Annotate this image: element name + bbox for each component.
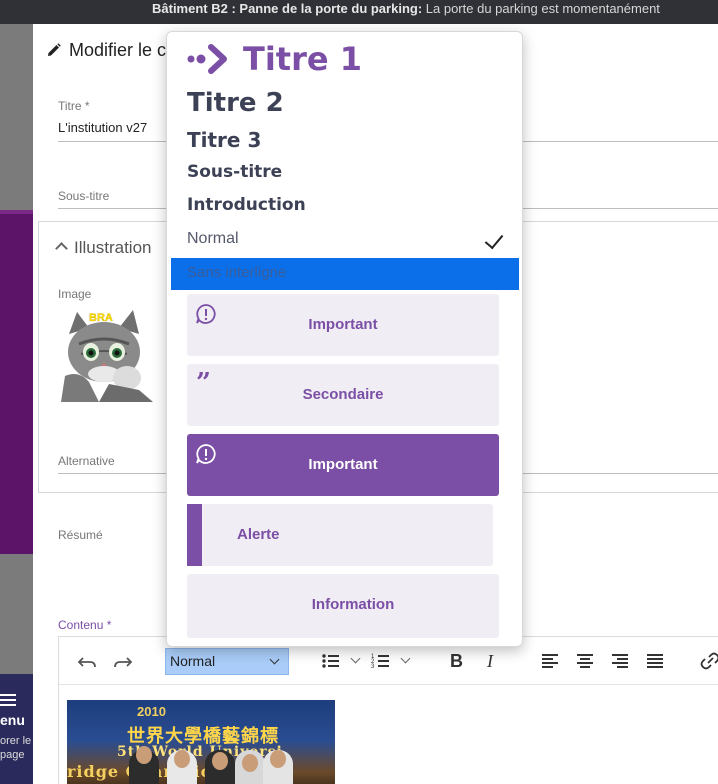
photo-head: [174, 750, 190, 768]
background-page: enu orer le page: [0, 24, 33, 784]
photo-head: [242, 754, 258, 772]
illustration-title: Illustration: [74, 238, 152, 257]
titre-input[interactable]: L'institution v27: [58, 120, 147, 135]
paragraph-style-dropdown: Titre 1 Titre 2 Titre 3 Sous-titre Intro…: [166, 31, 523, 647]
photo-year: 2010: [137, 704, 166, 719]
announcement-title: Bâtiment B2 : Panne de la porte du parki…: [152, 1, 423, 16]
alternative-input[interactable]: Alternative: [58, 454, 115, 468]
alert-bar: [187, 504, 202, 566]
hamburger-icon: [0, 694, 16, 696]
paragraph-style-value: Normal: [170, 653, 216, 669]
style-option-titre3[interactable]: Titre 3: [187, 128, 261, 152]
illustration-toggle[interactable]: Illustration: [55, 238, 152, 258]
pencil-icon: [48, 43, 61, 56]
illustration-image[interactable]: BRA: [59, 304, 153, 402]
modal-title: Modifier le c: [47, 40, 166, 61]
style-option-secondaire[interactable]: ” Secondaire: [187, 364, 499, 426]
chevron-down-icon: [269, 654, 280, 665]
soustitre-input[interactable]: Sous-titre: [58, 189, 109, 203]
style-option-important-light[interactable]: Important: [187, 294, 499, 356]
announcement-text: La porte du parking est momentanément: [422, 1, 660, 16]
align-left-icon[interactable]: [541, 649, 559, 673]
style-option-titre1-label: Titre 1: [243, 40, 362, 78]
resume-input[interactable]: Résumé: [58, 528, 103, 542]
announcement-bar: Bâtiment B2 : Panne de la porte du parki…: [0, 0, 718, 24]
photo-head: [136, 746, 152, 764]
contenu-label: Contenu *: [58, 618, 112, 632]
chevron-up-icon: [55, 242, 68, 255]
align-right-icon[interactable]: [611, 649, 629, 673]
redo-icon[interactable]: [113, 649, 133, 673]
style-option-information-label: Information: [311, 596, 395, 613]
style-option-important-light-label: Important: [308, 316, 378, 333]
italic-button[interactable]: I: [487, 649, 493, 673]
link-icon[interactable]: [700, 649, 718, 673]
modal-title-text: Modifier le c: [69, 40, 167, 60]
content-editor[interactable]: Normal 1 2 3 B I 2010 世界大學橋藝錦標 5th World…: [58, 636, 718, 784]
style-option-titre2[interactable]: Titre 2: [187, 88, 284, 118]
titre-label: Titre *: [58, 99, 90, 113]
style-option-important-dark-label: Important: [308, 456, 378, 473]
photo-head: [270, 750, 286, 768]
style-option-introduction[interactable]: Introduction: [187, 195, 306, 215]
background-menu: enu orer le page: [0, 674, 33, 784]
bulleted-list-dropdown-icon[interactable]: [350, 653, 361, 664]
style-option-alerte[interactable]: Alerte: [187, 504, 493, 566]
background-hero: [0, 214, 33, 554]
photo-head: [212, 752, 228, 770]
image-caption: BRA: [89, 312, 113, 324]
style-option-information[interactable]: Information: [187, 574, 499, 638]
svg-text:3: 3: [371, 664, 375, 670]
content-photo[interactable]: 2010 世界大學橋藝錦標 5th World Universi ridge C…: [67, 700, 335, 784]
numbered-list-icon[interactable]: 1 2 3: [371, 649, 391, 673]
checkmark-icon: [484, 229, 504, 250]
image-label: Image: [58, 287, 92, 301]
brand-arrow-icon: [187, 44, 227, 74]
background-menu-label: enu: [0, 712, 25, 728]
bulleted-list-icon[interactable]: [321, 649, 341, 673]
style-option-secondaire-label: Secondaire: [302, 386, 384, 403]
style-option-sans-interligne-label: Sans interligne: [187, 264, 287, 281]
style-option-sous-titre[interactable]: Sous-titre: [187, 162, 282, 182]
style-option-alerte-label: Alerte: [237, 526, 280, 543]
align-center-icon[interactable]: [576, 649, 594, 673]
background-menu-sub: orer le page: [0, 735, 32, 761]
style-option-titre1[interactable]: Titre 1: [187, 40, 362, 78]
undo-icon[interactable]: [77, 649, 97, 673]
paragraph-style-select[interactable]: Normal: [165, 648, 289, 675]
style-option-normal[interactable]: Normal: [187, 230, 239, 248]
style-option-important-dark[interactable]: Important: [187, 434, 499, 496]
numbered-list-dropdown-icon[interactable]: [400, 653, 411, 664]
align-justify-icon[interactable]: [646, 649, 664, 673]
bold-button[interactable]: B: [450, 649, 463, 673]
